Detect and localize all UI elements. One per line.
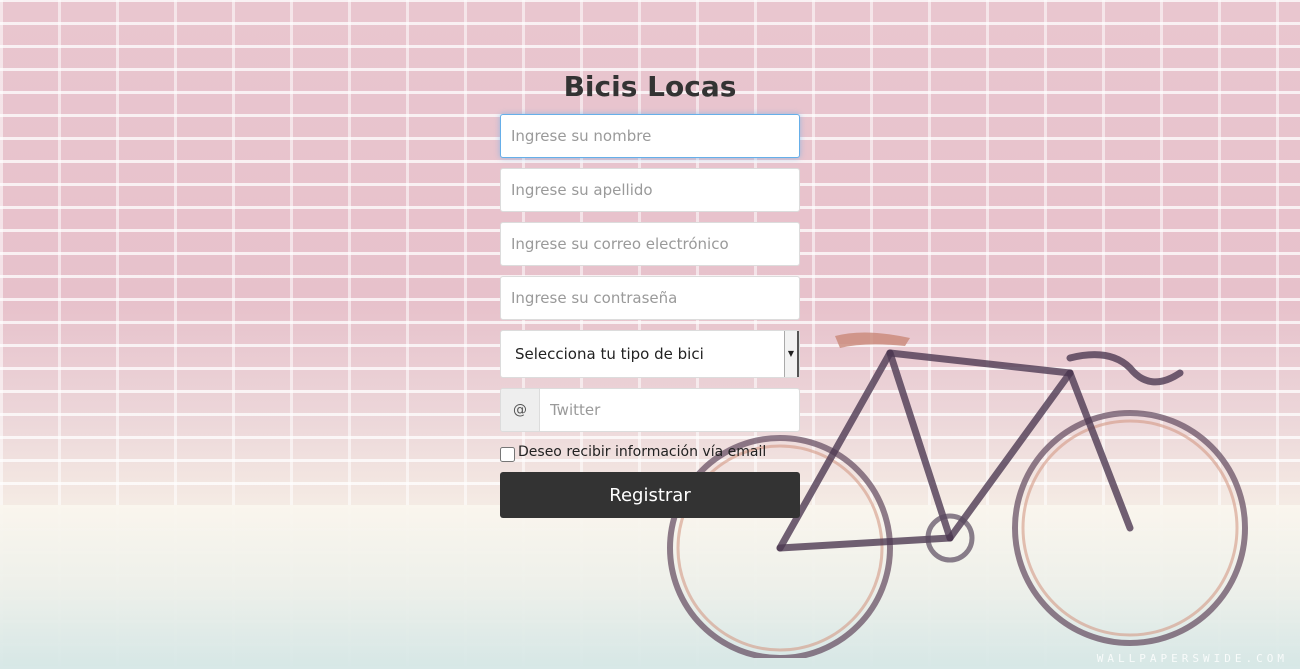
password-input[interactable] xyxy=(500,276,800,320)
twitter-input[interactable] xyxy=(540,389,799,431)
at-sign-addon: @ xyxy=(501,389,540,431)
watermark-text: WALLPAPERSWIDE.COM xyxy=(1096,652,1288,665)
caret-down-icon[interactable]: ▼ xyxy=(784,331,799,377)
bike-type-select-label: Selecciona tu tipo de bici xyxy=(515,345,704,363)
newsletter-option[interactable]: Deseo recibir información vía email xyxy=(500,442,800,462)
email-input[interactable] xyxy=(500,222,800,266)
registration-form: Bicis Locas Selecciona tu tipo de bici ▼… xyxy=(500,70,800,518)
bike-type-select[interactable]: Selecciona tu tipo de bici ▼ xyxy=(500,330,800,378)
newsletter-label: Deseo recibir información vía email xyxy=(518,444,767,460)
register-button[interactable]: Registrar xyxy=(500,472,800,518)
apellido-input[interactable] xyxy=(500,168,800,212)
twitter-input-group: @ xyxy=(500,388,800,432)
page-title: Bicis Locas xyxy=(563,70,737,103)
newsletter-checkbox[interactable] xyxy=(500,446,515,462)
nombre-input[interactable] xyxy=(500,114,800,158)
